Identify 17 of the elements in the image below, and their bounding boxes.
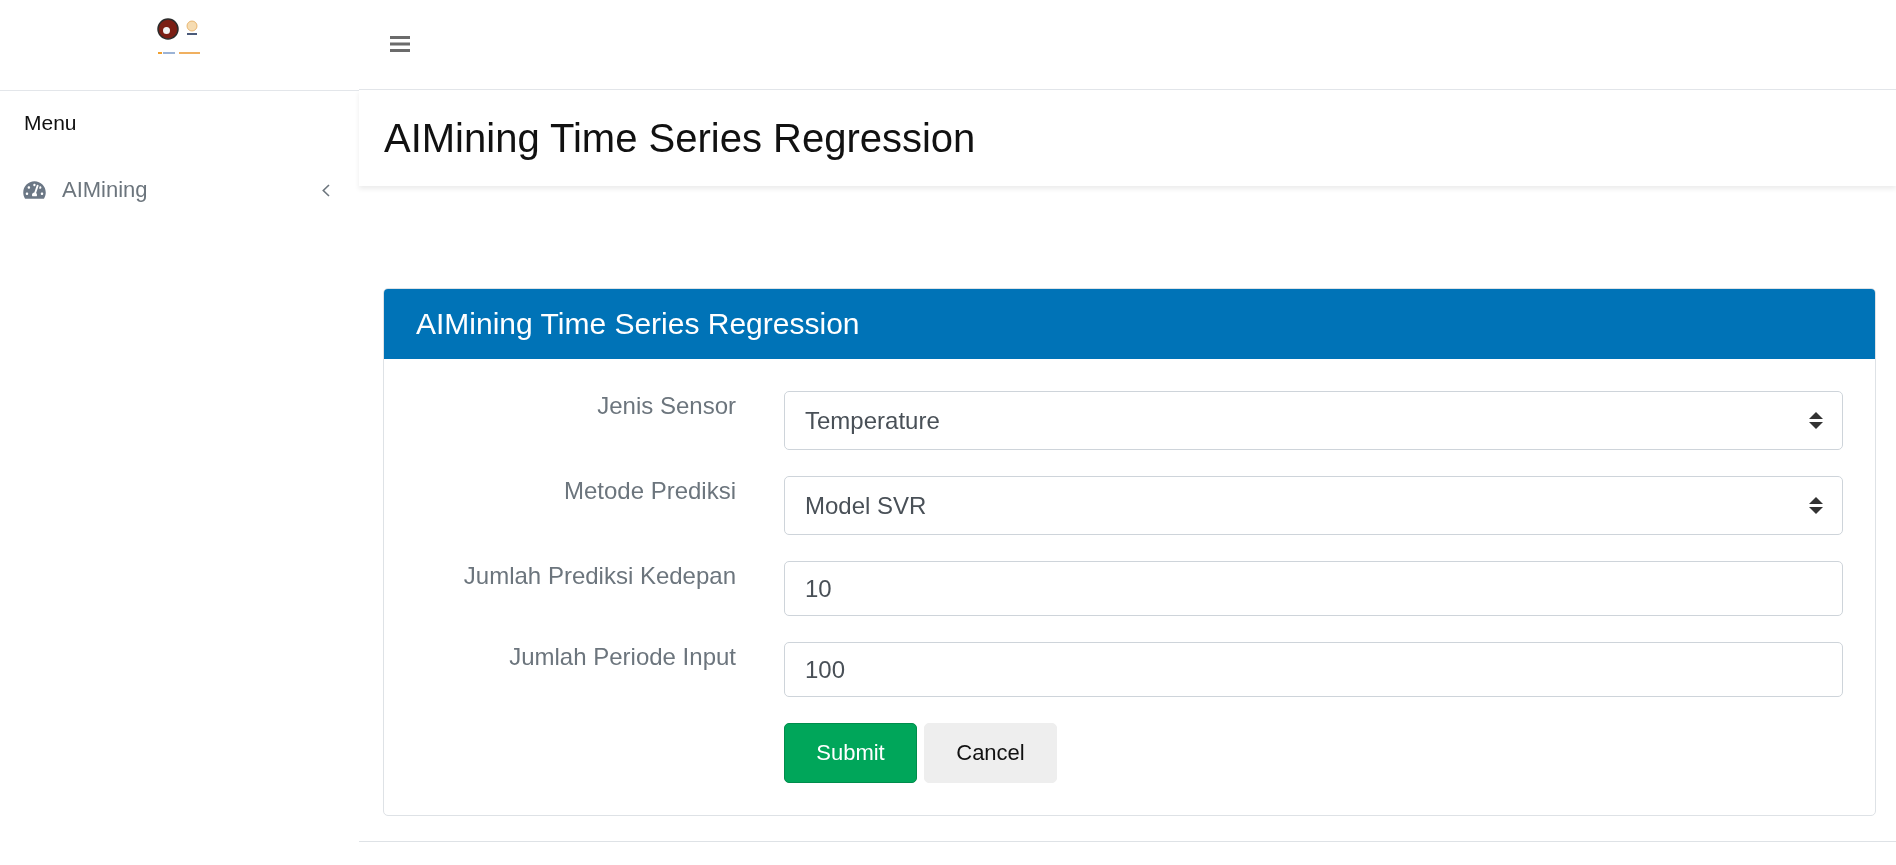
select-field[interactable]: Temperature [784,391,1843,450]
input-field[interactable]: 100 [784,642,1843,697]
menu-heading: Menu [24,110,78,135]
field-label: Jumlah Periode Input [508,642,736,671]
input-field[interactable]: 10 [784,561,1843,616]
cancel-button[interactable]: Cancel [924,723,1057,783]
sort-arrows-icon [1809,412,1823,429]
sort-arrows-icon [1809,497,1823,514]
page-title: AIMining Time Series Regression [384,115,976,162]
gauge-icon [23,180,46,200]
sidebar-item[interactable]: AIMining [12,168,347,212]
field-label: Jumlah Prediksi Kedepan [462,561,736,590]
card-title: AIMining Time Series Regression [416,306,860,342]
field-label: Jenis Sensor [596,391,736,420]
menu-icon[interactable] [390,36,410,52]
field-label: Metode Prediksi [562,476,736,505]
select-field[interactable]: Model SVR [784,476,1843,535]
